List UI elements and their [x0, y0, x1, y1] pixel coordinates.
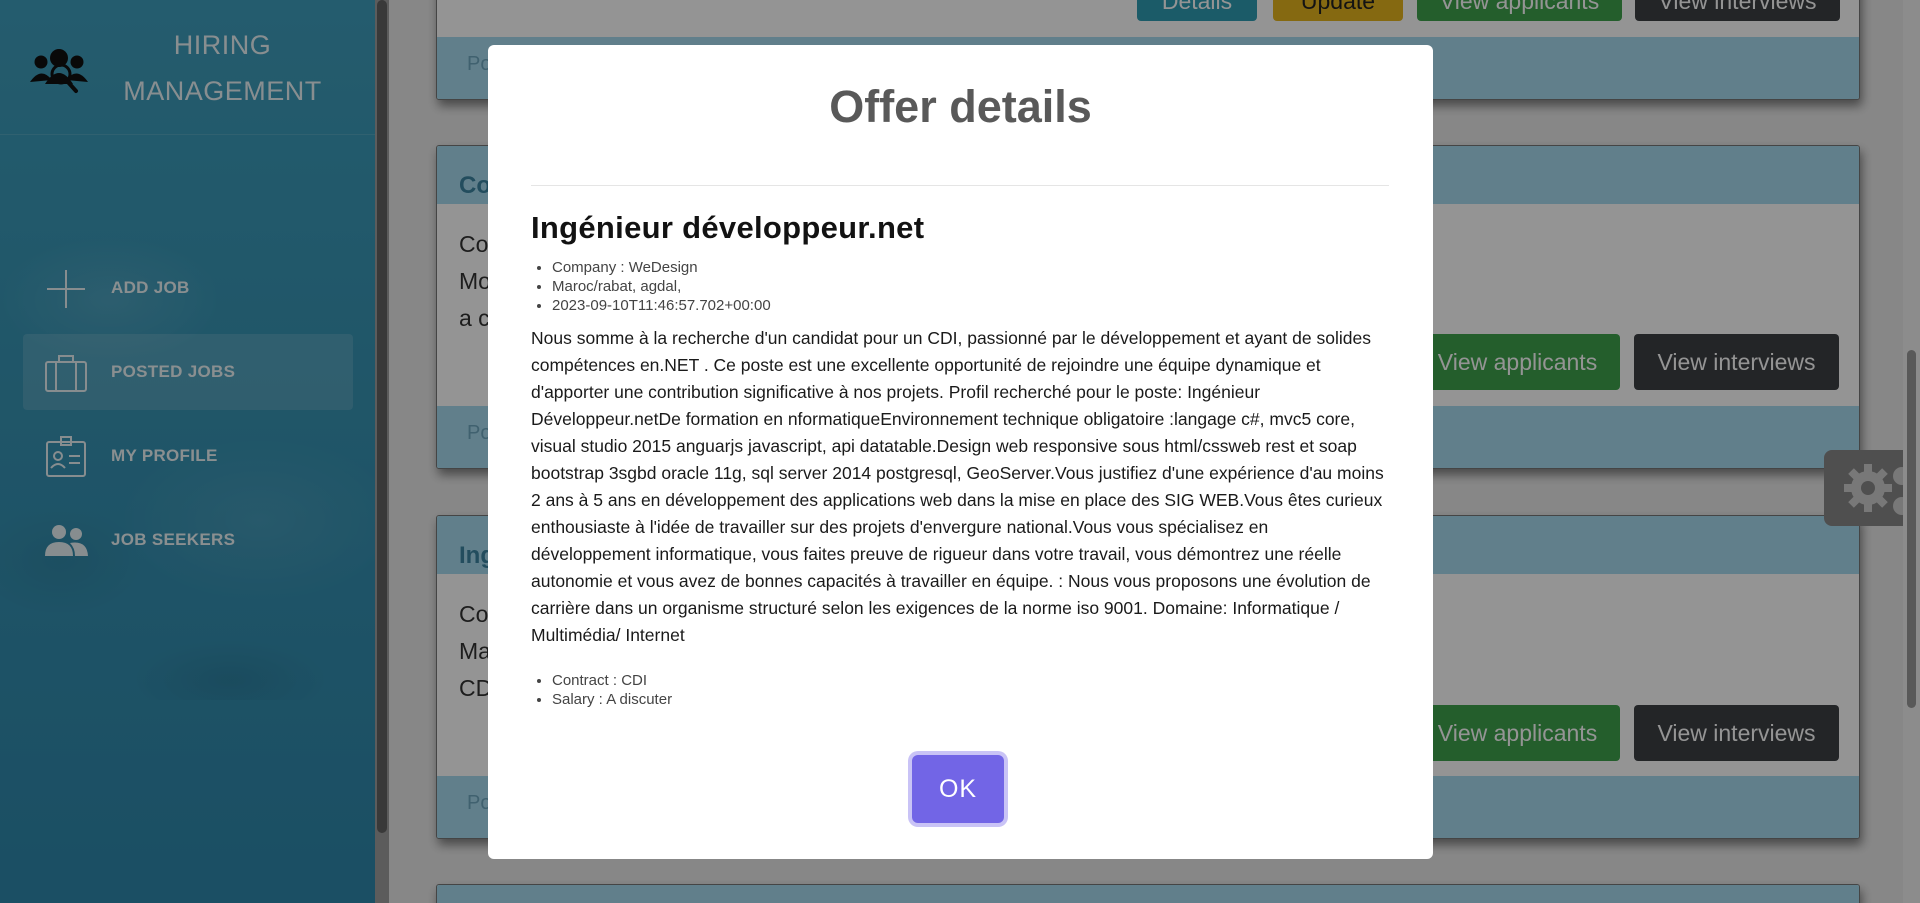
job-description: Nous somme à la recherche d'un candidat …: [531, 328, 1384, 645]
contract-item: Contract : CDI: [552, 671, 1391, 690]
offer-details-modal: Offer details Ingénieur développeur.net …: [488, 45, 1433, 859]
job-title: Ingénieur développeur.net: [531, 210, 925, 245]
salary-item: Salary : A discuter: [552, 690, 1391, 709]
location-item: Maroc/rabat, agdal,: [552, 277, 1391, 296]
job-terms-list: Contract : CDI Salary : A discuter: [531, 671, 1391, 709]
modal-content: Ingénieur développeur.net Company : WeDe…: [531, 210, 1391, 709]
company-item: Company : WeDesign: [552, 258, 1391, 277]
ok-button[interactable]: OK: [912, 755, 1004, 823]
modal-divider: [531, 185, 1389, 186]
posted-date-item: 2023-09-10T11:46:57.702+00:00: [552, 296, 1391, 315]
job-meta-list: Company : WeDesign Maroc/rabat, agdal, 2…: [531, 258, 1391, 315]
modal-title: Offer details: [829, 81, 1092, 132]
